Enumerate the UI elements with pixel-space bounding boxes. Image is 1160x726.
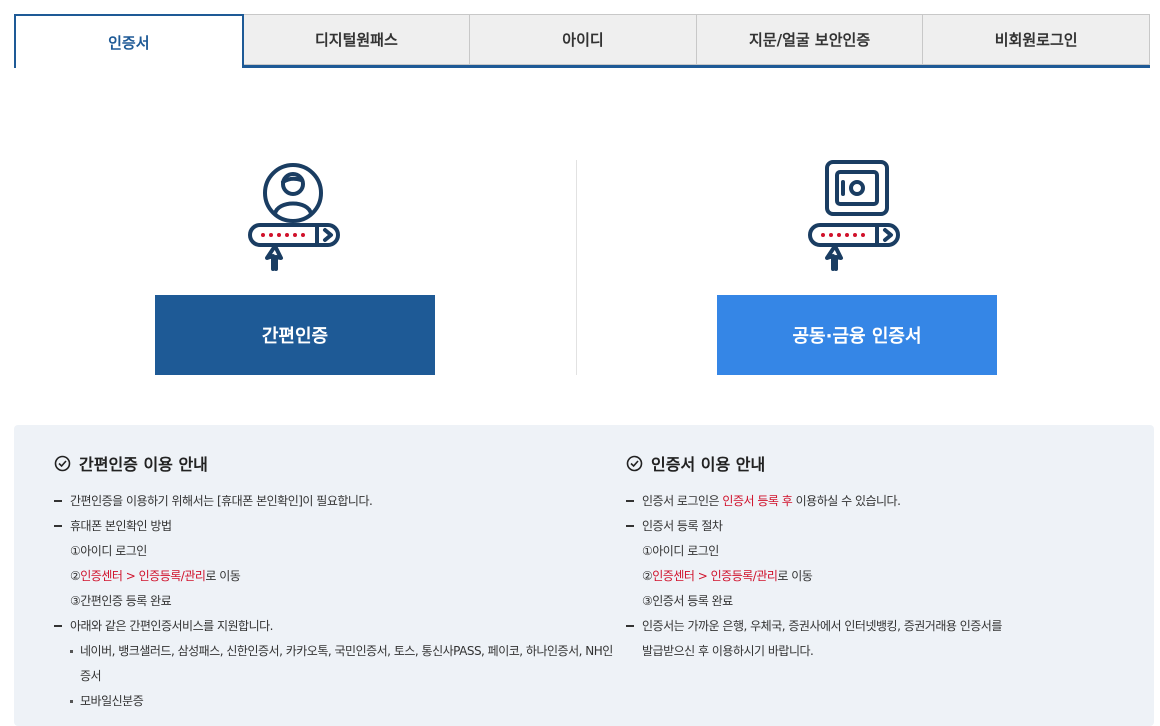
dash-marker xyxy=(626,625,634,627)
text-part: 이용하실 수 있습니다. xyxy=(792,494,901,508)
user-password-icon xyxy=(248,163,340,271)
usage-guide-panel: 간편인증 이용 안내 간편인증을 이용하기 위해서는 [휴대폰 본인확인]이 필… xyxy=(14,425,1154,726)
tab-biometric[interactable]: 지문/얼굴 보안인증 xyxy=(696,14,924,65)
step-text: ③인증서 등록 완료 xyxy=(642,594,733,608)
check-circle-icon xyxy=(54,455,71,471)
cert-center-path: 인증센터 > 인증등록/관리 xyxy=(80,569,206,583)
tab-digital-onepass[interactable]: 디지털원패스 xyxy=(243,14,471,65)
guide-title: 간편인증 이용 안내 xyxy=(54,451,614,475)
step-text: ②인증센터 > 인증등록/관리로 이동 xyxy=(626,564,1126,589)
options-divider xyxy=(576,160,577,375)
step-suffix: 로 이동 xyxy=(777,569,813,583)
safe-password-icon xyxy=(808,160,900,271)
tab-label: 디지털원패스 xyxy=(314,31,398,49)
guide-title-text: 간편인증 이용 안내 xyxy=(79,455,208,474)
simple-auth-button[interactable]: 간편인증 xyxy=(155,295,435,375)
guide-text: 발급받으신 후 이용하시기 바랍니다. xyxy=(642,644,814,658)
guide-title: 인증서 이용 안내 xyxy=(626,451,1126,475)
dash-marker xyxy=(626,500,634,502)
guide-text: 휴대폰 본인확인 방법 xyxy=(70,519,172,533)
guide-line: 인증서 등록 절차 xyxy=(626,514,1126,539)
bullet-marker xyxy=(70,700,73,703)
tab-label: 아이디 xyxy=(562,31,604,49)
guide-line: 휴대폰 본인확인 방법 xyxy=(54,514,614,539)
step-text: ①아이디 로그인 xyxy=(70,544,147,558)
bullet-item: 네이버, 뱅크샐러드, 삼성패스, 신한인증서, 카카오톡, 국민인증서, 토스… xyxy=(54,639,614,664)
guide-text: 인증서는 가까운 은행, 우체국, 증권사에서 인터넷뱅킹, 증권거래용 인증서… xyxy=(642,619,1002,633)
guide-line: 아래와 같은 간편인증서비스를 지원합니다. xyxy=(54,614,614,639)
certificate-guide: 인증서 이용 안내 인증서 로그인은 인증서 등록 후 이용하실 수 있습니다.… xyxy=(626,451,1126,664)
button-label: 간편인증 xyxy=(261,326,329,347)
guide-text: 인증서 로그인은 인증서 등록 후 이용하실 수 있습니다. xyxy=(626,489,1126,514)
tab-label: 인증서 xyxy=(108,33,150,52)
step-text: ①아이디 로그인 xyxy=(642,544,719,558)
dash-marker xyxy=(54,500,62,502)
bullet-text: 네이버, 뱅크샐러드, 삼성패스, 신한인증서, 카카오톡, 국민인증서, 토스… xyxy=(80,644,613,658)
dash-marker xyxy=(54,625,62,627)
guide-text: 인증서 등록 절차 xyxy=(642,519,723,533)
text-part: 인증서 로그인은 xyxy=(642,494,723,508)
check-circle-icon xyxy=(626,455,643,471)
bullet-item-continued: 증서 xyxy=(54,664,614,689)
guide-title-text: 인증서 이용 안내 xyxy=(651,455,766,474)
guide-line: 인증서는 가까운 은행, 우체국, 증권사에서 인터넷뱅킹, 증권거래용 인증서… xyxy=(626,614,1126,639)
step-number: ② xyxy=(70,569,81,583)
bullet-text: 모바일신분증 xyxy=(80,694,144,708)
step-suffix: 로 이동 xyxy=(205,569,241,583)
simple-auth-guide: 간편인증 이용 안내 간편인증을 이용하기 위해서는 [휴대폰 본인확인]이 필… xyxy=(54,451,614,714)
bullet-text: 증서 xyxy=(80,669,102,683)
highlight-text: 인증서 등록 후 xyxy=(722,494,793,508)
guide-text: 간편인증을 이용하기 위해서는 [휴대폰 본인확인]이 필요합니다. xyxy=(70,494,373,508)
dash-marker xyxy=(626,525,634,527)
guide-line: 인증서 로그인은 인증서 등록 후 이용하실 수 있습니다. xyxy=(626,489,1126,514)
tab-label: 지문/얼굴 보안인증 xyxy=(749,31,871,49)
login-method-tabs: 인증서 디지털원패스 아이디 지문/얼굴 보안인증 비회원로그인 xyxy=(14,14,1150,68)
step-number: ② xyxy=(642,569,653,583)
button-label: 공동·금융 인증서 xyxy=(792,326,922,347)
joint-financial-cert-button[interactable]: 공동·금융 인증서 xyxy=(717,295,997,375)
step-text: ②인증센터 > 인증등록/관리로 이동 xyxy=(54,564,614,589)
step-text: ③간편인증 등록 완료 xyxy=(70,594,172,608)
bullet-marker xyxy=(70,650,73,653)
tab-certificate[interactable]: 인증서 xyxy=(14,14,244,68)
guide-line: 간편인증을 이용하기 위해서는 [휴대폰 본인확인]이 필요합니다. xyxy=(54,489,614,514)
tab-id[interactable]: 아이디 xyxy=(470,14,697,65)
tab-label: 비회원로그인 xyxy=(994,31,1078,49)
tab-guest-login[interactable]: 비회원로그인 xyxy=(923,14,1150,65)
dash-marker xyxy=(54,525,62,527)
cert-center-path: 인증센터 > 인증등록/관리 xyxy=(652,569,778,583)
guide-line-continued: 발급받으신 후 이용하시기 바랍니다. xyxy=(626,639,1126,664)
bullet-item: 모바일신분증 xyxy=(54,689,614,714)
guide-text: 아래와 같은 간편인증서비스를 지원합니다. xyxy=(70,619,273,633)
